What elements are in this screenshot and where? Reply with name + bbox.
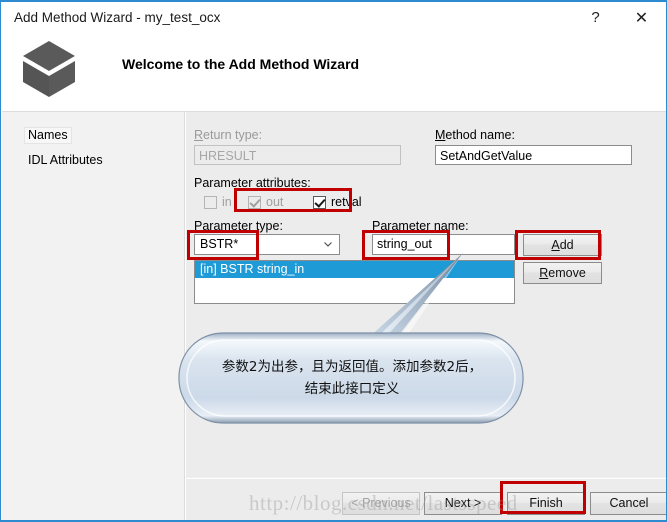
method-name-label: Method name: xyxy=(435,128,515,142)
checkbox-in: in xyxy=(204,195,232,209)
sidebar-item-names[interactable]: Names xyxy=(24,127,72,144)
close-icon[interactable]: ✕ xyxy=(619,2,664,33)
parameter-name-label: Parameter name: xyxy=(372,219,469,233)
sidebar-item-idl-attributes[interactable]: IDL Attributes xyxy=(24,152,107,169)
add-method-wizard-window: Add Method Wizard - my_test_ocx ? ✕ Welc… xyxy=(0,0,667,522)
checkbox-out-label: out xyxy=(266,195,284,209)
cancel-button[interactable]: Cancel xyxy=(590,492,666,515)
help-icon[interactable]: ? xyxy=(573,2,618,33)
add-button[interactable]: Add xyxy=(523,234,602,256)
parameter-type-label: Parameter type: xyxy=(194,219,283,233)
return-type-field: HRESULT xyxy=(194,145,401,165)
wizard-header: Welcome to the Add Method Wizard xyxy=(2,34,666,112)
watermark-text: http://blog.csdn.net/lastsspeed xyxy=(249,491,518,515)
page-title: Welcome to the Add Method Wizard xyxy=(122,56,360,72)
cube-icon xyxy=(23,41,75,97)
checkbox-out-box xyxy=(248,195,261,209)
checkbox-retval[interactable]: retval xyxy=(313,195,362,209)
window-title: Add Method Wizard - my_test_ocx xyxy=(14,10,221,25)
checkbox-in-box xyxy=(204,195,217,209)
checkbox-in-label: in xyxy=(222,195,232,209)
callout-text: 参数2为出参，且为返回值。添加参数2后，结束此接口定义 xyxy=(221,359,483,397)
return-type-label: Return type: xyxy=(194,128,263,142)
checkbox-retval-label: retval xyxy=(331,195,362,209)
finish-button[interactable]: Finish xyxy=(507,492,585,515)
callout-balloon: 参数2为出参，且为返回值。添加参数2后，结束此接口定义 xyxy=(179,333,525,425)
checkbox-retval-box[interactable] xyxy=(313,195,326,209)
wizard-sidebar: Names IDL Attributes xyxy=(2,112,185,520)
remove-button[interactable]: Remove xyxy=(523,262,602,284)
parameter-attributes-label: Parameter attributes: xyxy=(194,176,311,190)
title-bar: Add Method Wizard - my_test_ocx ? ✕ xyxy=(1,2,666,34)
method-name-field[interactable]: SetAndGetValue xyxy=(435,145,632,165)
checkbox-out: out xyxy=(248,195,283,209)
